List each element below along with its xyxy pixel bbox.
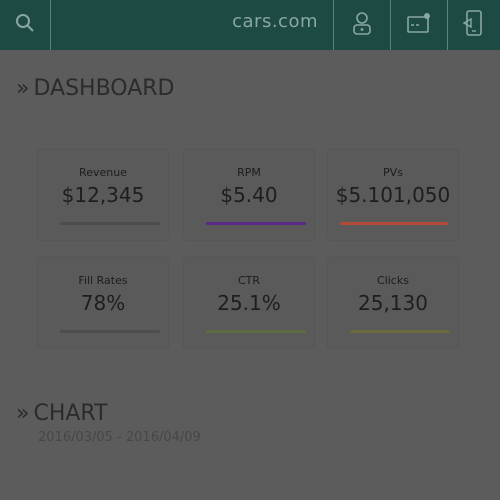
metric-value: 78% xyxy=(80,291,126,315)
brand-logo[interactable]: cars.com xyxy=(226,11,318,39)
double-chevron-right-icon: » xyxy=(16,75,30,101)
top-bar: cars.com xyxy=(0,0,500,50)
metric-label: CTR xyxy=(237,274,261,287)
metric-value: $5.101,050 xyxy=(335,183,451,207)
search-button[interactable] xyxy=(0,0,50,50)
metric-label: PVs xyxy=(383,166,403,179)
metric-card-fill-rates[interactable]: Fill Rates 78% xyxy=(38,258,168,348)
messages-button[interactable] xyxy=(391,0,447,50)
metric-card-clicks[interactable]: Clicks 25,130 xyxy=(328,258,458,348)
dashboard-heading: » DASHBOARD xyxy=(16,73,175,103)
search-icon xyxy=(15,13,35,37)
chart-title: CHART xyxy=(33,400,108,426)
metric-bar xyxy=(206,330,306,333)
metric-card-rpm[interactable]: RPM $5.40 xyxy=(184,150,314,240)
metric-bar xyxy=(60,222,160,225)
metric-bar xyxy=(340,222,448,225)
metric-label: Revenue xyxy=(79,166,127,179)
dashboard-title: DASHBOARD xyxy=(33,75,175,101)
chart-heading: » CHART xyxy=(16,398,108,428)
phone-icon xyxy=(462,9,486,41)
user-icon xyxy=(351,10,373,40)
phone-button[interactable] xyxy=(448,0,500,50)
message-icon xyxy=(406,12,432,38)
user-button[interactable] xyxy=(334,0,390,50)
metric-label: Fill Rates xyxy=(78,274,128,287)
metric-value: $12,345 xyxy=(61,183,145,207)
metric-value: $5.40 xyxy=(220,183,278,207)
metric-card-revenue[interactable]: Revenue $12,345 xyxy=(38,150,168,240)
metric-value: 25,130 xyxy=(358,291,428,315)
metric-bar xyxy=(60,330,160,333)
metric-card-pvs[interactable]: PVs $5.101,050 xyxy=(328,150,458,240)
double-chevron-right-icon: » xyxy=(16,400,30,426)
metric-bar xyxy=(350,330,450,333)
date-range[interactable]: 2016/03/05 - 2016/04/09 xyxy=(38,430,201,445)
metric-bar xyxy=(206,222,306,225)
metric-value: 25.1% xyxy=(217,291,281,315)
metric-card-ctr[interactable]: CTR 25.1% xyxy=(184,258,314,348)
metric-label: RPM xyxy=(237,166,261,179)
metric-label: Clicks xyxy=(377,274,409,287)
